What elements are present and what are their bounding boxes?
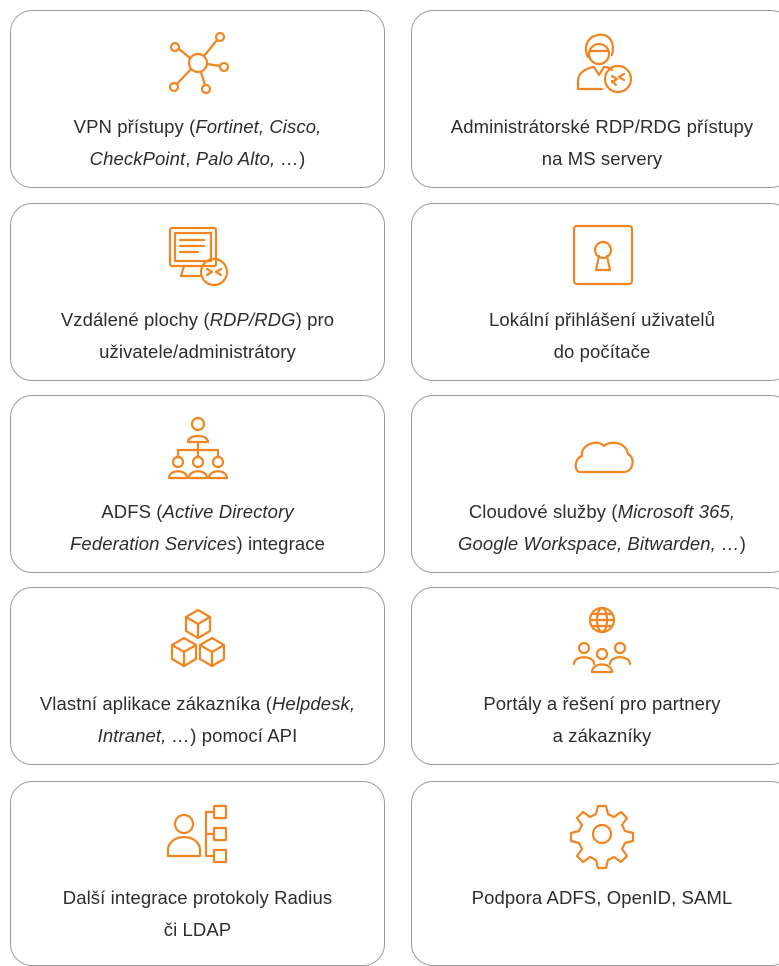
card-radius-ldap: Další integrace protokoly Radius či LDAP [10, 781, 385, 966]
card-label: Administrátorské RDP/RDG přístupy na MS … [450, 116, 754, 169]
card-custom-apps: Vlastní aplikace zákazníka (Helpdesk, In… [10, 587, 385, 765]
card-label: ADFS (Active Directory Federation Servic… [70, 501, 325, 554]
card-label: Další integrace protokoly Radius či LDAP [62, 887, 333, 940]
cloud-icon [566, 412, 638, 484]
card-label: Portály a řešení pro partnery a zákazník… [483, 693, 721, 746]
keyhole-lock-icon [566, 220, 638, 292]
card-label: Lokální přihlášení uživatelů do počítače [489, 309, 715, 362]
user-tree-icon [162, 798, 234, 870]
card-admin-rdp: Administrátorské RDP/RDG přístupy na MS … [411, 10, 779, 188]
card-label: Podpora ADFS, OpenID, SAML [471, 887, 733, 908]
card-partner-portals: Portály a řešení pro partnery a zákazník… [411, 587, 779, 765]
globe-people-icon [566, 604, 638, 676]
card-local-login: Lokální přihlášení uživatelů do počítače [411, 203, 779, 381]
remote-desktop-icon [162, 220, 234, 292]
admin-remote-icon [566, 27, 638, 99]
card-label: VPN přístupy (Fortinet, Cisco, CheckPoin… [73, 116, 322, 169]
card-label: Cloudové služby (Microsoft 365, Google W… [458, 501, 746, 554]
card-label: Vzdálené plochy (RDP/RDG) pro uživatele/… [60, 309, 335, 362]
gear-icon [566, 798, 638, 870]
card-adfs: ADFS (Active Directory Federation Servic… [10, 395, 385, 573]
cubes-icon [162, 604, 234, 676]
card-cloud-services: Cloudové služby (Microsoft 365, Google W… [411, 395, 779, 573]
card-label: Vlastní aplikace zákazníka (Helpdesk, In… [39, 693, 356, 746]
network-hub-icon [162, 27, 234, 99]
org-hierarchy-icon [162, 412, 234, 484]
card-identity-protocols: Podpora ADFS, OpenID, SAML [411, 781, 779, 966]
card-remote-desktop: Vzdálené plochy (RDP/RDG) pro uživatele/… [10, 203, 385, 381]
card-vpn-access: VPN přístupy (Fortinet, Cisco, CheckPoin… [10, 10, 385, 188]
